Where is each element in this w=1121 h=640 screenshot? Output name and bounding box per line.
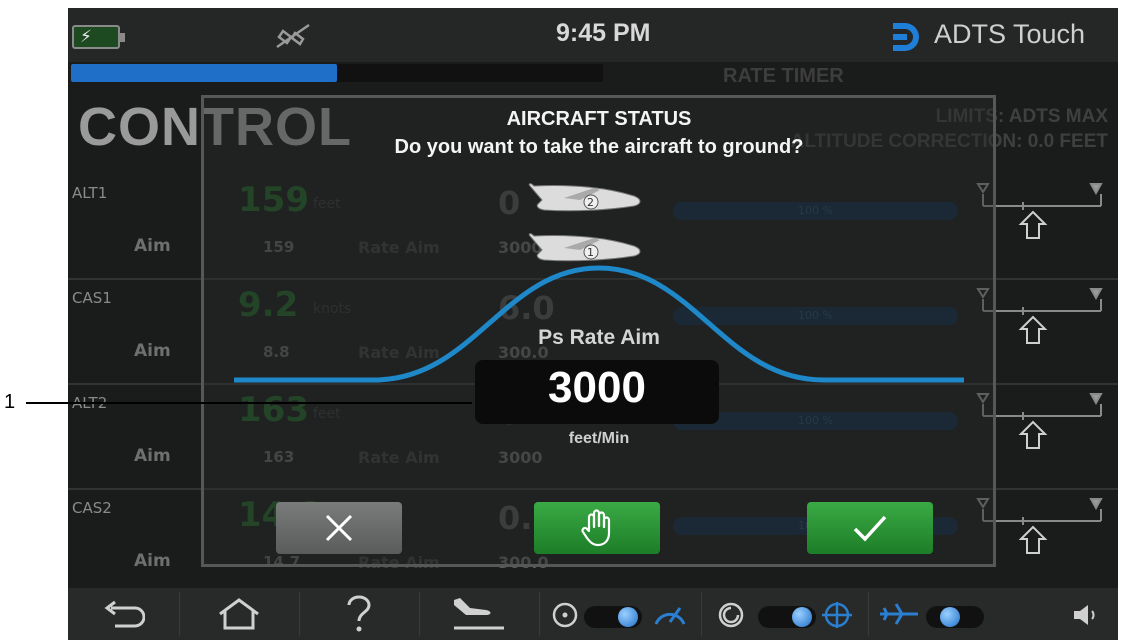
hand-stop-icon	[581, 509, 611, 547]
aircraft-1-label: 1	[587, 246, 594, 259]
brand-name: ADTS Touch	[934, 19, 1086, 49]
hold-button[interactable]	[534, 502, 660, 554]
dialog-title: AIRCRAFT STATUS	[506, 108, 692, 130]
pressure-toggle[interactable]	[758, 606, 816, 628]
ps-rate-aim-label: Ps Rate Aim	[538, 326, 660, 349]
row-aim-label: Aim	[134, 341, 171, 361]
status-bar: ⚡ 9:45 PM ADTS Touch	[68, 8, 1118, 62]
toggle-knob	[792, 607, 812, 627]
device-screen: ⚡ 9:45 PM ADTS Touch RATE TIMER CONTROL …	[68, 8, 1118, 640]
no-connection-icon	[276, 23, 310, 49]
pitot-static-icon[interactable]	[820, 598, 854, 632]
row-name: CAS2	[72, 499, 112, 517]
dialog-question: Do you want to take the aircraft to grou…	[394, 136, 804, 158]
aircraft-2-icon: 2	[528, 183, 641, 212]
home-icon	[219, 598, 259, 630]
brand-logo-icon	[893, 23, 919, 51]
aircraft-icon[interactable]	[878, 600, 922, 628]
callout-line	[26, 402, 472, 404]
back-button[interactable]	[68, 588, 178, 640]
aircraft-landing-icon	[454, 598, 504, 630]
row-name: ALT1	[72, 184, 108, 202]
help-button[interactable]	[300, 588, 418, 640]
confirm-button[interactable]	[807, 502, 933, 554]
toggle-knob	[940, 607, 960, 627]
home-button[interactable]	[180, 588, 298, 640]
row-name: CAS1	[72, 289, 112, 307]
callout-number: 1	[4, 391, 16, 413]
aircraft-2-label: 2	[587, 196, 594, 209]
aircraft-toggle[interactable]	[926, 606, 984, 628]
row-aim-label: Aim	[134, 551, 171, 571]
row-aim-label: Aim	[134, 446, 171, 466]
leak-test-toggle[interactable]	[584, 606, 642, 628]
row-aim-label: Aim	[134, 236, 171, 256]
rate-timer-progress	[71, 64, 603, 82]
bottom-nav-bar	[68, 588, 1118, 640]
back-arrow-icon	[104, 600, 145, 628]
help-icon	[347, 595, 371, 632]
close-icon	[325, 514, 353, 542]
clock: 9:45 PM	[556, 19, 651, 47]
rate-value[interactable]: 3000	[475, 363, 719, 413]
cancel-button[interactable]	[276, 502, 402, 554]
aircraft-status-dialog: AIRCRAFT STATUS Do you want to take the …	[201, 95, 996, 567]
toggle-knob	[618, 607, 638, 627]
pressure-icon[interactable]	[716, 600, 746, 630]
aircraft-1-icon: 1	[528, 233, 641, 262]
leak-test-icon[interactable]	[550, 600, 580, 630]
checkmark-icon	[853, 515, 887, 542]
speaker-icon[interactable]	[1070, 602, 1100, 628]
battery-charging-icon: ⚡	[72, 25, 125, 49]
rate-timer-label: RATE TIMER	[723, 65, 844, 87]
rate-unit: feet/Min	[568, 430, 630, 447]
rate-timer-progress-fill	[71, 64, 337, 82]
gauge-icon[interactable]	[650, 598, 690, 630]
ground-mode-button[interactable]	[420, 588, 538, 640]
